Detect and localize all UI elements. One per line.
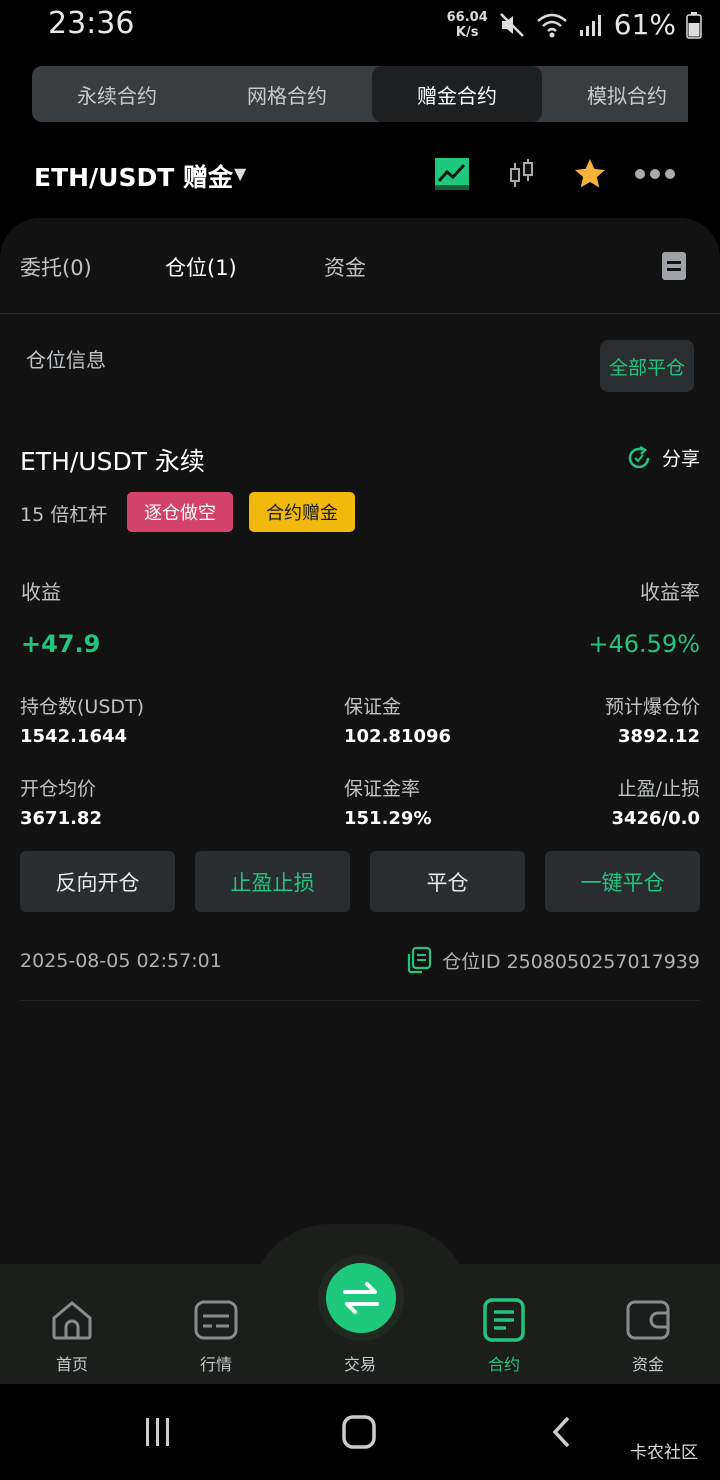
network-speed-unit: K/s: [455, 24, 479, 40]
nav-wallet[interactable]: 资金: [576, 1264, 720, 1384]
tab-perpetual[interactable]: 永续合约: [32, 66, 202, 122]
nav-market-label: 行情: [199, 1355, 232, 1374]
close-all-button[interactable]: 全部平仓: [600, 340, 694, 392]
roi-label: 收益率: [640, 580, 700, 604]
position-id: 仓位ID 2508050257017939: [442, 950, 700, 973]
swap-icon: [343, 1282, 379, 1314]
leverage-label: 15 倍杠杆: [20, 504, 108, 526]
more-icon[interactable]: [634, 154, 676, 194]
tab-grid[interactable]: 网格合约: [202, 66, 372, 122]
pnl-value: +47.9: [21, 630, 101, 658]
back-icon[interactable]: [546, 1410, 576, 1454]
network-speed-value: 66.04: [446, 9, 488, 25]
entry-price-value: 3671.82: [20, 808, 102, 829]
tab-demo[interactable]: 模拟合约: [542, 66, 688, 122]
wifi-icon: [536, 13, 567, 37]
margin-ratio-label: 保证金率: [344, 778, 421, 800]
status-time: 23:36: [48, 6, 135, 41]
size-value: 1542.1644: [20, 726, 128, 747]
tp-sl-button[interactable]: 止盈止损: [195, 851, 350, 912]
side-badge: 逐仓做空: [127, 492, 233, 532]
liq-price-value: 3892.12: [618, 726, 700, 747]
nav-trade-label: 交易: [343, 1355, 376, 1374]
wallet-icon: [626, 1300, 670, 1340]
star-icon[interactable]: [570, 154, 610, 194]
roi-value: +46.59%: [588, 630, 700, 658]
entry-price-label: 开仓均价: [20, 778, 97, 800]
home-button-icon[interactable]: [340, 1410, 378, 1454]
market-icon: [194, 1300, 238, 1340]
status-bar: 23:36 66.04 K/s 61%: [0, 0, 720, 52]
tab-orders[interactable]: 委托(0): [20, 252, 92, 282]
margin-value: 102.81096: [344, 726, 452, 747]
mute-icon: [499, 12, 524, 37]
signal-icon: [579, 14, 601, 36]
nav-market[interactable]: 行情: [144, 1264, 288, 1384]
margin-label: 保证金: [344, 696, 402, 718]
nav-home[interactable]: 首页: [0, 1264, 144, 1384]
recent-apps-icon[interactable]: [140, 1410, 176, 1454]
network-speed: 66.04 K/s: [447, 10, 488, 40]
nav-contract[interactable]: 合约: [432, 1264, 576, 1384]
contract-type-tabs: 永续合约 网格合约 赠金合约 模拟合约: [32, 66, 688, 122]
chevron-down-icon[interactable]: ▼: [234, 164, 246, 183]
battery-percentage: 61%: [613, 8, 676, 41]
share-button[interactable]: 分享: [626, 444, 700, 471]
section-title: 仓位信息: [26, 348, 106, 372]
position-timestamp: 2025-08-05 02:57:01: [20, 950, 222, 972]
document-icon[interactable]: [662, 252, 686, 280]
divider: [20, 1000, 700, 1001]
liq-price-label: 预计爆仓价: [604, 696, 700, 718]
contract-icon: [483, 1298, 525, 1342]
nav-contract-label: 合约: [487, 1355, 520, 1374]
pnl-label: 收益: [21, 580, 61, 604]
size-label: 持仓数(USDT): [20, 696, 145, 718]
copy-icon[interactable]: [406, 946, 432, 974]
line-chart-icon[interactable]: [432, 154, 472, 194]
watermark: 卡农社区: [630, 1443, 698, 1463]
close-position-button[interactable]: 平仓: [370, 851, 525, 912]
position-tabs: 委托(0) 仓位(1) 资金: [0, 218, 720, 314]
type-badge: 合约赠金: [249, 492, 355, 532]
pair-title[interactable]: ETH/USDT 赠金: [34, 158, 233, 194]
nav-home-label: 首页: [55, 1355, 88, 1374]
tab-positions[interactable]: 仓位(1): [165, 252, 237, 282]
pair-header: ETH/USDT 赠金 ▼: [0, 140, 720, 210]
tpsl-value: 3426/0.0: [611, 808, 700, 829]
tpsl-label: 止盈/止损: [617, 778, 700, 800]
reverse-position-button[interactable]: 反向开仓: [20, 851, 175, 912]
system-nav-bar: 卡农社区: [0, 1384, 720, 1480]
battery-icon: [686, 11, 702, 39]
nav-wallet-label: 资金: [631, 1355, 664, 1374]
candlestick-icon[interactable]: [501, 154, 541, 194]
home-icon: [52, 1301, 92, 1340]
tab-funds[interactable]: 资金: [324, 252, 366, 282]
position-panel: 委托(0) 仓位(1) 资金 仓位信息 全部平仓 ETH/USDT 永续 分享 …: [0, 218, 720, 1268]
position-id-row[interactable]: 仓位ID 2508050257017939: [406, 946, 700, 974]
trade-button[interactable]: [326, 1263, 396, 1333]
margin-ratio-value: 151.29%: [344, 808, 432, 829]
tab-bonus[interactable]: 赠金合约: [372, 66, 542, 122]
position-name: ETH/USDT 永续: [20, 447, 205, 476]
status-indicators: 66.04 K/s 61%: [447, 8, 702, 41]
quick-close-button[interactable]: 一键平仓: [545, 851, 700, 912]
share-icon: [628, 445, 650, 468]
share-label: 分享: [661, 448, 700, 470]
